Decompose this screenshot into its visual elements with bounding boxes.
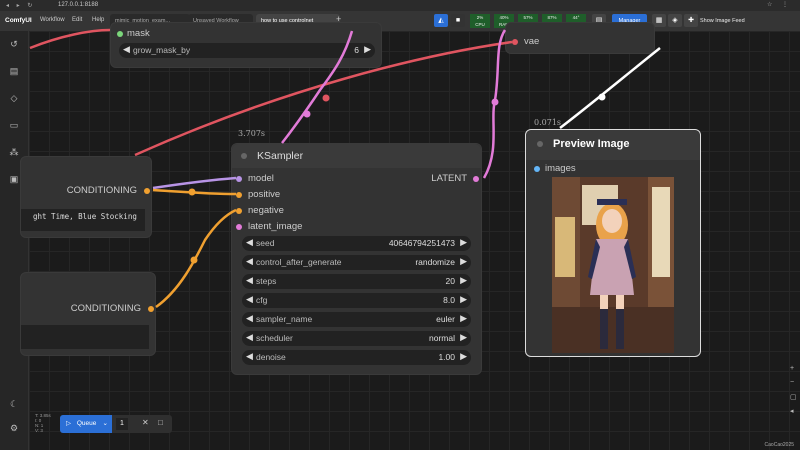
queue-count-input[interactable]: 1 bbox=[116, 418, 128, 430]
collapse-dot[interactable] bbox=[537, 141, 543, 147]
browser-bar: ◂ ▸ ↻ 127.0.0.1:8188 ☆ ⋮ bbox=[0, 0, 800, 11]
conditioning-output-label: CONDITIONING bbox=[66, 185, 137, 196]
conditioning-output-dot[interactable] bbox=[144, 188, 150, 194]
vae-node[interactable]: vae bbox=[505, 22, 655, 54]
cube-icon[interactable]: ◈ bbox=[668, 14, 682, 27]
queue-mini-stats: T: 3.85s I: 0 N: 1 V: 3 bbox=[35, 413, 51, 433]
menu-workflow[interactable]: Workflow bbox=[40, 17, 65, 23]
decrement-icon[interactable]: ◀ bbox=[246, 275, 253, 286]
mask-label: mask bbox=[127, 28, 150, 39]
conditioning-output-label: CONDITIONING bbox=[70, 303, 141, 314]
preview-title-bar[interactable]: Preview Image bbox=[526, 130, 700, 160]
decrement-icon[interactable]: ◀ bbox=[246, 237, 253, 248]
ksampler-node[interactable]: KSampler model positive negative latent_… bbox=[231, 143, 482, 375]
preview-image-node[interactable]: Preview Image images bbox=[525, 129, 701, 357]
increment-icon[interactable]: ▶ bbox=[460, 294, 467, 305]
mask-input-dot[interactable] bbox=[117, 31, 123, 37]
fit-view-icon[interactable]: ▢ bbox=[790, 393, 800, 407]
increment-icon[interactable]: ▶ bbox=[460, 332, 467, 343]
generated-image-illustration bbox=[552, 177, 674, 353]
puzzle-icon[interactable]: ✚ bbox=[684, 14, 698, 27]
cfg-widget[interactable]: ◀ cfg 8.0 ▶ bbox=[242, 293, 471, 308]
grow-mask-widget[interactable]: ◀ grow_mask_by 6 ▶ bbox=[119, 43, 375, 58]
increment-icon[interactable]: ▶ bbox=[460, 351, 467, 362]
document-icon[interactable]: ▤ bbox=[9, 66, 19, 76]
queue-toolbar: ▷ Queue ⌄ 1 ✕ □ bbox=[60, 415, 172, 433]
cancel-icon[interactable]: ✕ bbox=[142, 418, 149, 427]
decrement-icon[interactable]: ◀ bbox=[246, 351, 253, 362]
decrement-icon[interactable]: ◀ bbox=[246, 313, 253, 324]
ksampler-title-bar[interactable]: KSampler bbox=[232, 144, 481, 168]
decrement-icon[interactable]: ◀ bbox=[246, 332, 253, 343]
denoise-widget[interactable]: ◀ denoise 1.00 ▶ bbox=[242, 350, 471, 365]
preview-timing: 0.071s bbox=[534, 118, 562, 127]
preview-title: Preview Image bbox=[553, 138, 630, 150]
latent-input-dot[interactable] bbox=[236, 224, 242, 230]
scheduler-widget[interactable]: ◀ scheduler normal ▶ bbox=[242, 331, 471, 346]
positive-input-label: positive bbox=[248, 189, 281, 200]
zoom-in-icon[interactable]: + bbox=[790, 365, 800, 379]
collapse-dot[interactable] bbox=[241, 153, 247, 159]
toggle-icon[interactable]: ◭ bbox=[434, 14, 448, 27]
cube-icon[interactable]: ◇ bbox=[9, 93, 19, 103]
decrement-icon[interactable]: ◀ bbox=[123, 44, 130, 55]
negative-input-dot[interactable] bbox=[236, 208, 242, 214]
app-logo: ComfyUI bbox=[5, 17, 32, 24]
latent-output-label: LATENT bbox=[431, 173, 467, 184]
increment-icon[interactable]: ▶ bbox=[364, 44, 371, 55]
model-input-label: model bbox=[248, 173, 274, 184]
prompt-textarea[interactable]: ght Time, Blue Stocking bbox=[21, 209, 145, 231]
watermark-text: CaoCao2025 bbox=[764, 442, 794, 448]
queue-button[interactable]: ▷ Queue ⌄ bbox=[60, 415, 112, 433]
images-input-label: images bbox=[545, 163, 576, 174]
browser-tools-icons[interactable]: ☆ ⋮ bbox=[767, 1, 792, 8]
menu-help[interactable]: Help bbox=[92, 17, 104, 23]
vae-label: vae bbox=[524, 36, 540, 47]
preview-image[interactable] bbox=[552, 177, 674, 353]
steps-widget[interactable]: ◀ steps 20 ▶ bbox=[242, 274, 471, 289]
expand-icon[interactable]: ◂ bbox=[790, 407, 800, 421]
browser-nav-icons[interactable]: ◂ ▸ ↻ bbox=[6, 2, 35, 9]
bookmark-icon[interactable]: ■ bbox=[451, 14, 465, 27]
moon-icon[interactable]: ☾ bbox=[9, 399, 19, 409]
seed-widget[interactable]: ◀ seed 40646794251473 ▶ bbox=[242, 236, 471, 251]
history-icon[interactable]: ↺ bbox=[9, 39, 19, 49]
conditioning-node-2[interactable]: CONDITIONING bbox=[20, 272, 156, 356]
latent-output-dot[interactable] bbox=[473, 176, 479, 182]
negative-input-label: negative bbox=[248, 205, 284, 216]
increment-icon[interactable]: ▶ bbox=[460, 275, 467, 286]
image-icon[interactable]: ▣ bbox=[9, 174, 19, 184]
increment-icon[interactable]: ▶ bbox=[460, 237, 467, 248]
prompt-textarea[interactable] bbox=[21, 325, 149, 349]
nodes-icon[interactable]: ⁂ bbox=[9, 147, 19, 157]
show-image-feed-button[interactable]: Show Image Feed bbox=[700, 14, 778, 28]
play-icon: ▷ bbox=[66, 420, 71, 427]
url-field[interactable]: 127.0.0.1:8188 bbox=[58, 2, 98, 8]
model-input-dot[interactable] bbox=[236, 176, 242, 182]
ksampler-timing: 3.707s bbox=[238, 129, 266, 138]
folder-icon[interactable]: ▭ bbox=[9, 120, 19, 130]
sampler-name-widget[interactable]: ◀ sampler_name euler ▶ bbox=[242, 312, 471, 327]
decrement-icon[interactable]: ◀ bbox=[246, 294, 253, 305]
latent-input-label: latent_image bbox=[248, 221, 303, 232]
stop-icon[interactable]: □ bbox=[158, 418, 163, 427]
control-after-generate-widget[interactable]: ◀ control_after_generate randomize ▶ bbox=[242, 255, 471, 270]
positive-input-dot[interactable] bbox=[236, 192, 242, 198]
inpaint-node[interactable]: mask ◀ grow_mask_by 6 ▶ bbox=[110, 22, 382, 68]
ksampler-title: KSampler bbox=[257, 150, 304, 162]
chevron-down-icon[interactable]: ⌄ bbox=[103, 415, 108, 433]
conditioning-node-1[interactable]: CONDITIONING ght Time, Blue Stocking bbox=[20, 156, 152, 238]
images-input-dot[interactable] bbox=[534, 166, 540, 172]
settings-icon[interactable]: ⚙ bbox=[9, 423, 19, 433]
stat-cpu: 2% CPU bbox=[470, 14, 490, 28]
left-sidebar: ↺ ▤ ◇ ▭ ⁂ ▣ ☾ ⚙ bbox=[0, 31, 29, 450]
zoom-controls: + − ▢ ◂ bbox=[790, 365, 800, 435]
conditioning-output-dot[interactable] bbox=[148, 306, 154, 312]
increment-icon[interactable]: ▶ bbox=[460, 256, 467, 267]
increment-icon[interactable]: ▶ bbox=[460, 313, 467, 324]
zoom-out-icon[interactable]: − bbox=[790, 379, 800, 393]
decrement-icon[interactable]: ◀ bbox=[246, 256, 253, 267]
menu-edit[interactable]: Edit bbox=[72, 17, 82, 23]
vae-input-dot[interactable] bbox=[512, 39, 518, 45]
